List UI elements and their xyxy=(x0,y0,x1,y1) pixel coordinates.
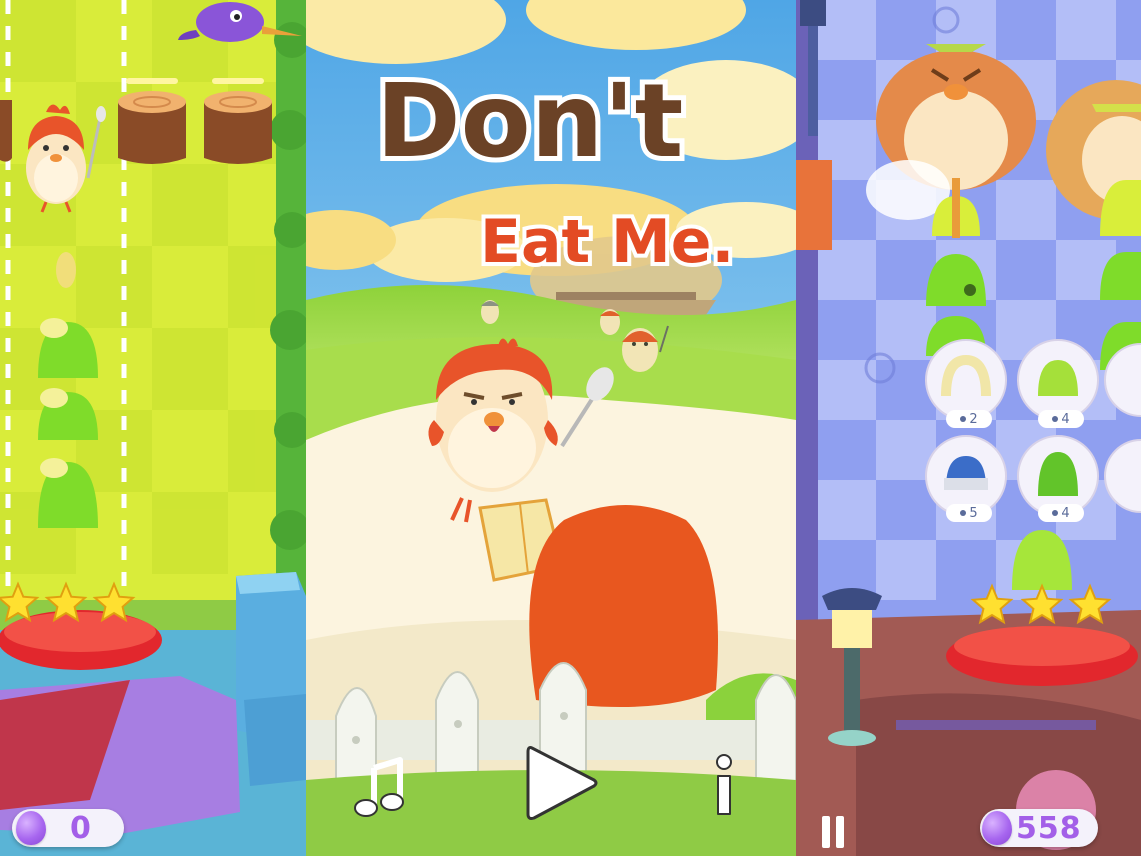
gem-icon xyxy=(16,811,46,845)
music-toggle-button[interactable] xyxy=(344,752,416,824)
star-icon xyxy=(1020,583,1064,625)
star-icon xyxy=(92,581,136,623)
unit-count-badge: 2 xyxy=(946,410,992,428)
info-button[interactable] xyxy=(704,750,744,822)
coin-counter: 0 xyxy=(12,809,124,847)
title-screen-scene: Don't Eat Me. xyxy=(306,0,796,856)
play-button[interactable] xyxy=(518,738,602,828)
pause-icon xyxy=(822,816,830,848)
coin-count: 0 xyxy=(70,810,92,846)
star-icon xyxy=(0,581,40,623)
play-icon xyxy=(526,746,598,820)
star-icon xyxy=(1068,583,1112,625)
title-line-2: Eat Me. xyxy=(480,207,734,277)
right-gameplay-screen: 2 4 5 4 xyxy=(796,0,1141,856)
unit-count-badge: 4 xyxy=(1038,504,1084,522)
title-screen: Don't Eat Me. xyxy=(306,0,796,856)
star-icon xyxy=(970,583,1014,625)
gem-icon xyxy=(982,811,1012,845)
star-rating xyxy=(970,583,1112,625)
star-rating xyxy=(0,581,136,623)
coin-count: 558 xyxy=(1016,810,1082,846)
music-note-icon xyxy=(354,757,404,817)
info-icon xyxy=(716,754,732,815)
coin-counter: 558 xyxy=(980,809,1098,847)
unit-count-badge: 5 xyxy=(946,504,992,522)
unit-count-badge: 4 xyxy=(1038,410,1084,428)
title-line-1: Don't xyxy=(376,62,683,181)
pause-button[interactable] xyxy=(814,812,854,852)
left-gameplay-screen xyxy=(0,0,306,856)
star-icon xyxy=(44,581,88,623)
